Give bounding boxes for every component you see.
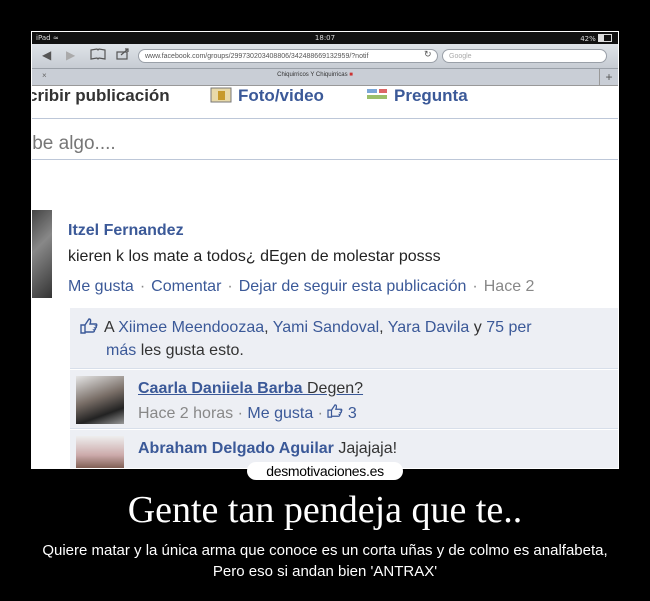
avatar[interactable] [76, 376, 124, 424]
back-button[interactable]: ◀ [42, 48, 51, 62]
site-watermark: desmotivaciones.es [247, 462, 403, 480]
forward-button[interactable]: ▶ [66, 48, 75, 62]
separator: · [227, 278, 233, 295]
comment-author[interactable]: Abraham Delgado Aguilar Jajajaja! [138, 440, 397, 458]
comment-text: Degen? [306, 380, 364, 397]
reload-icon[interactable]: ↻ [424, 49, 432, 60]
ios-status-bar: iPad ≈ 18:07 42% [32, 32, 618, 44]
more-likers-link[interactable]: más [106, 342, 136, 359]
post-author[interactable]: Itzel Fernandez [68, 222, 184, 240]
likes-summary: A Xiimee Meendoozaa, Yami Sandoval, Yara… [70, 308, 618, 369]
tab-question[interactable]: Pregunta [366, 86, 468, 106]
separator: · [472, 278, 478, 295]
more-likers-link[interactable]: 75 per [486, 319, 531, 336]
share-icon[interactable] [116, 48, 130, 63]
search-input[interactable]: Google [442, 49, 607, 63]
likes-line: A Xiimee Meendoozaa, Yami Sandoval, Yara… [80, 318, 532, 337]
battery-icon [598, 34, 612, 42]
thumbs-up-icon [80, 318, 98, 334]
photo-icon [210, 87, 232, 103]
tab-facebook[interactable]: Chiquirricos Y Chiquirricas ■ [32, 72, 598, 78]
post-message: kieren k los mate a todos¿ dEgen de mole… [68, 248, 441, 265]
tab-write-post[interactable]: cribir publicación [32, 86, 170, 106]
liker-link[interactable]: Yami Sandoval [273, 319, 379, 336]
liker-link[interactable]: Xiimee Meendoozaa [118, 319, 264, 336]
unfollow-link[interactable]: Dejar de seguir esta publicación [239, 278, 467, 295]
avatar[interactable] [76, 436, 124, 468]
composer-tabs: cribir publicación Foto/video Pregunta [32, 86, 618, 108]
comment-text: Jajajaja! [338, 440, 398, 457]
separator: · [139, 278, 146, 295]
clock: 18:07 [314, 34, 336, 42]
battery-indicator: 42% [580, 34, 612, 43]
comment-link[interactable]: Comentar [151, 278, 221, 295]
screenshot-frame: iPad ≈ 18:07 42% ◀ ▶ www.facebook.com/gr… [31, 31, 619, 469]
comment: Caarla Daniiela Barba Degen? Hace 2 hora… [70, 370, 618, 429]
liker-link[interactable]: Yara Davila [388, 319, 470, 336]
post-timestamp[interactable]: Hace 2 [484, 278, 535, 295]
thumbs-up-icon [327, 404, 343, 422]
comment-timestamp[interactable]: Hace 2 horas [138, 405, 233, 422]
book-icon[interactable] [90, 48, 106, 63]
like-link[interactable]: Me gusta [247, 405, 313, 422]
like-link[interactable]: Me gusta [68, 278, 134, 295]
comment-likes[interactable]: 3 [327, 404, 357, 422]
comment-author[interactable]: Caarla Daniiela Barba Degen? [138, 380, 363, 398]
browser-toolbar: ◀ ▶ www.facebook.com/groups/299730203408… [32, 44, 618, 69]
favicon: ■ [349, 72, 353, 78]
tab-bar: × Chiquirricos Y Chiquirricas ■ + [32, 69, 618, 86]
avatar[interactable] [32, 210, 52, 298]
post-composer-input[interactable]: ibe algo.... [32, 118, 618, 160]
tab-photo-video[interactable]: Foto/video [210, 86, 324, 106]
post-actions: Me gusta · Comentar · Dejar de seguir esta p… [68, 278, 534, 296]
question-icon [366, 87, 388, 103]
comment-meta: Hace 2 horas · Me gusta · 3 [138, 404, 357, 422]
composer-footer [32, 160, 618, 200]
poster-title: Gente tan pendeja que te.. [127, 489, 523, 531]
new-tab-button[interactable]: + [599, 69, 618, 85]
poster-caption: Quiere matar y la única arma que conoce … [42, 542, 608, 580]
address-bar[interactable]: www.facebook.com/groups/299730203408806/… [138, 49, 438, 63]
